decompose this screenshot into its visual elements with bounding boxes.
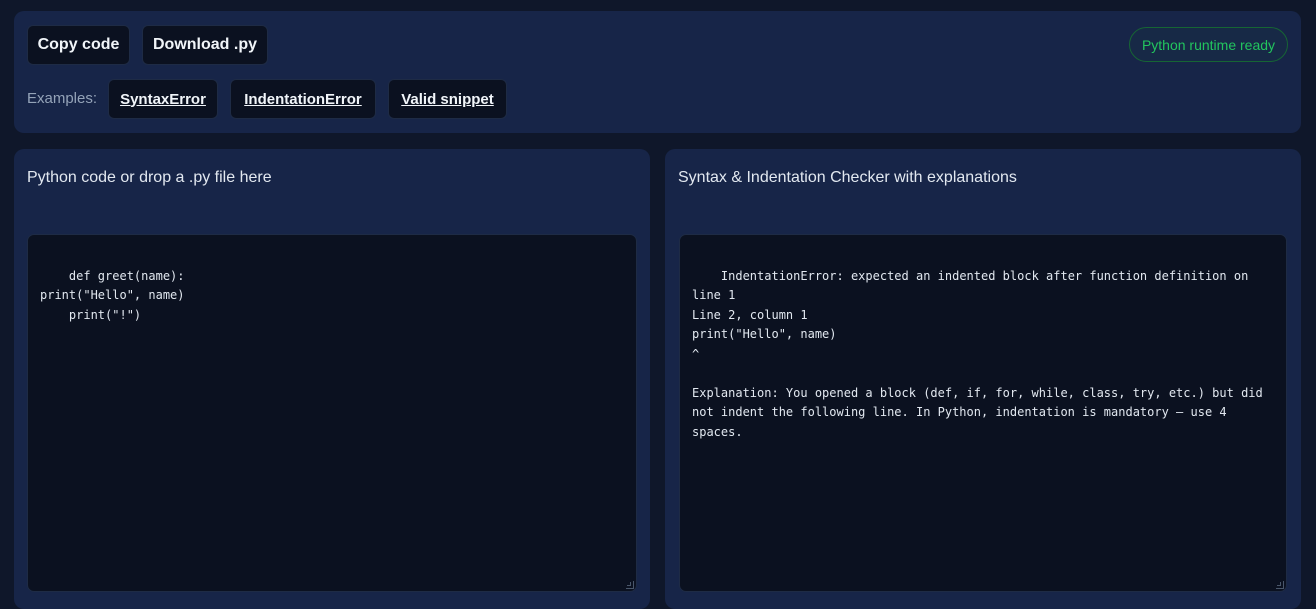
example-syntaxerror-button[interactable]: SyntaxError (108, 79, 218, 119)
runtime-status-badge: Python runtime ready (1129, 27, 1288, 62)
editor-panel: Python code or drop a .py file here def … (14, 149, 650, 609)
copy-code-button[interactable]: Copy code (27, 25, 130, 65)
example-valid-snippet-button[interactable]: Valid snippet (388, 79, 507, 119)
example-indentationerror-button[interactable]: IndentationError (230, 79, 376, 119)
resize-handle-icon[interactable] (626, 581, 634, 589)
resize-handle-icon[interactable] (1276, 581, 1284, 589)
output-title: Syntax & Indentation Checker with explan… (678, 169, 1017, 186)
output-text: IndentationError: expected an indented b… (692, 268, 1263, 439)
editor-title: Python code or drop a .py file here (27, 169, 272, 186)
download-py-button[interactable]: Download .py (142, 25, 268, 65)
output-panel: Syntax & Indentation Checker with explan… (665, 149, 1301, 609)
examples-label: Examples: (27, 90, 98, 107)
toolbar: Copy code Download .py Examples: SyntaxE… (14, 11, 1301, 133)
output-textarea[interactable]: IndentationError: expected an indented b… (679, 234, 1287, 592)
code-input[interactable]: def greet(name): print("Hello", name) pr… (27, 234, 637, 592)
code-text: def greet(name): print("Hello", name) pr… (40, 268, 185, 322)
